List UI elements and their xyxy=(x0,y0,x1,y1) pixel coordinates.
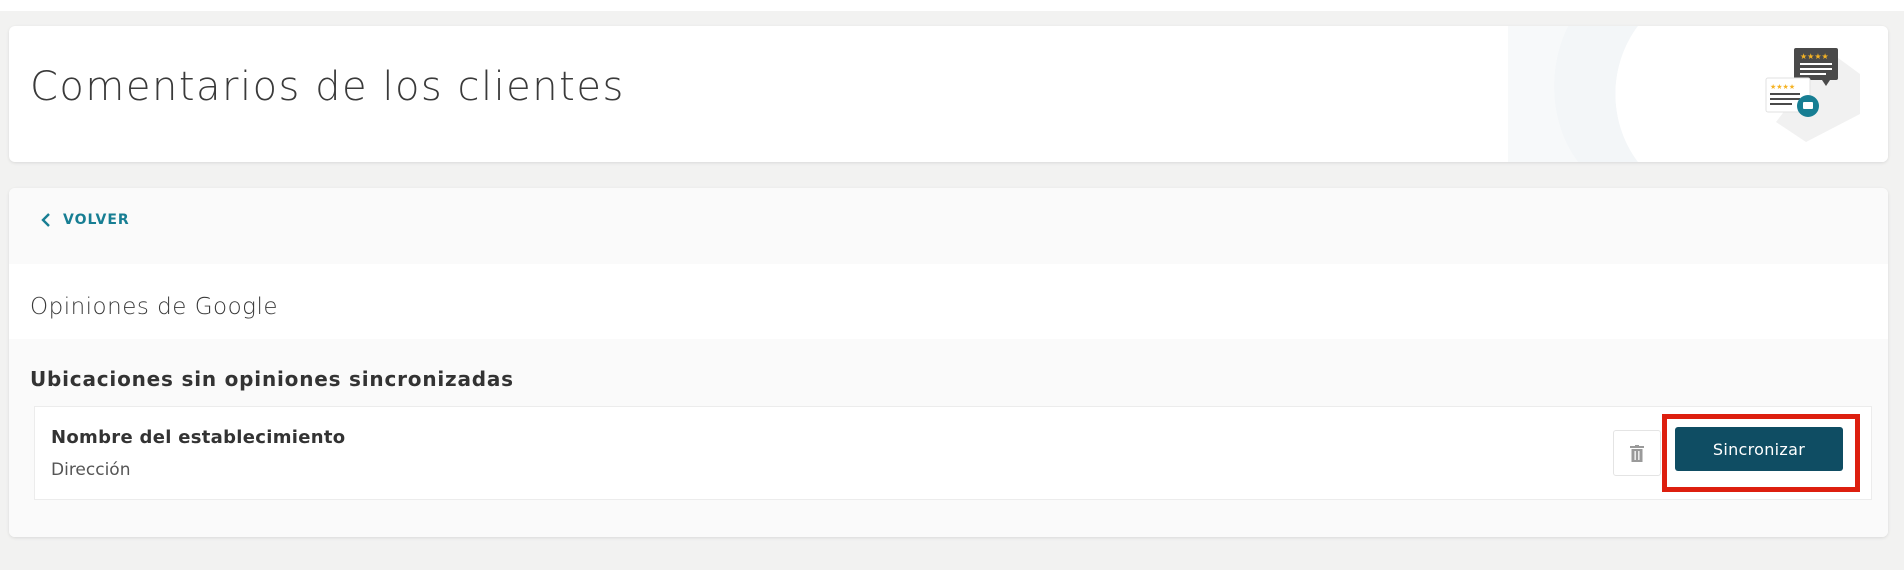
delete-location-button[interactable] xyxy=(1613,430,1661,476)
customer-reviews-illustration-icon: ★★★★ ★★★★ xyxy=(1765,48,1860,142)
location-name: Nombre del establecimiento xyxy=(51,427,346,448)
svg-text:★★★★: ★★★★ xyxy=(1800,52,1829,61)
location-row: Nombre del establecimiento Dirección Sin… xyxy=(34,406,1872,500)
svg-text:★★★★: ★★★★ xyxy=(1770,83,1795,91)
chevron-left-icon xyxy=(41,213,50,227)
back-link-label: VOLVER xyxy=(63,212,130,228)
trash-icon xyxy=(1630,444,1644,462)
content-card: VOLVER Opiniones de Google Ubicaciones s… xyxy=(9,188,1888,537)
sync-button[interactable]: Sincronizar xyxy=(1675,427,1843,471)
page-title: Comentarios de los clientes xyxy=(30,64,625,110)
location-address: Dirección xyxy=(51,460,131,480)
back-bar: VOLVER xyxy=(9,188,1888,264)
unsynced-locations-group: Ubicaciones sin opiniones sincronizadas … xyxy=(9,339,1888,537)
back-link[interactable]: VOLVER xyxy=(37,208,134,232)
top-strip xyxy=(0,0,1904,11)
page-header: Comentarios de los clientes ★★★★ ★★★★ xyxy=(9,26,1888,162)
group-heading: Ubicaciones sin opiniones sincronizadas xyxy=(30,367,514,391)
section-title: Opiniones de Google xyxy=(30,294,279,320)
